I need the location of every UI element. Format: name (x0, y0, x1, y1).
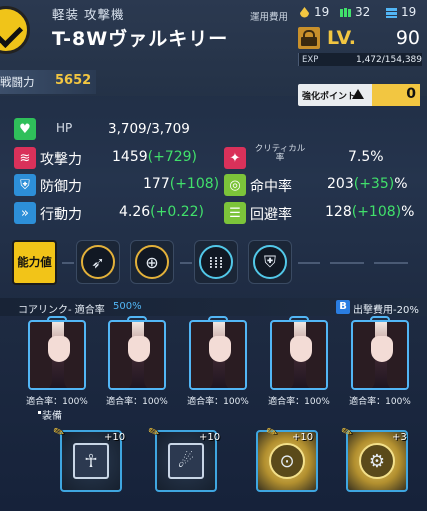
link-rate-4: 適合率：100% (268, 397, 330, 407)
divider (62, 262, 74, 264)
enhance-points-value: 0 (406, 86, 416, 102)
core-link-portrait-5[interactable] (351, 320, 409, 390)
speed-value: 4.26(+0.22) (119, 204, 204, 220)
equipment-plus-3: +10 (292, 432, 314, 443)
unit-subtitle: 軽装 攻撃機 (52, 7, 125, 22)
speed-label: 行動力 (40, 207, 82, 223)
attack-label: 攻撃力 (40, 152, 82, 168)
equipment-plus-4: +3 (392, 432, 407, 443)
equipment-plus-2: +10 (199, 432, 221, 443)
equipment-plus-1: +10 (104, 432, 126, 443)
accuracy-label: 命中率 (250, 179, 292, 195)
hp-value: 3,709/3,709 (108, 121, 190, 137)
evasion-bonus: (+108) (351, 204, 402, 220)
combat-power-label: 戦闘力 (0, 75, 35, 89)
operation-cost-label: 運用費用 (250, 12, 289, 23)
exp-label: EXP (302, 55, 319, 65)
ammo-cost: 32 (339, 5, 370, 19)
radar-chip-icon: ⊙ (269, 443, 305, 479)
speed-icon: » (14, 202, 36, 224)
ammo-icon (340, 7, 351, 17)
speed-base: 4.26 (119, 204, 151, 220)
bullet-dot (38, 411, 41, 414)
link-rate-2: 適合率：100% (106, 397, 168, 407)
attack-base: 1459 (112, 149, 148, 165)
core-link-rate: 500% (113, 301, 142, 312)
combat-power-value: 5652 (55, 73, 92, 88)
sortie-cost-bonus: 出撃費用-20% (353, 305, 419, 316)
level-label: LV. (327, 27, 356, 49)
divider (180, 262, 192, 264)
core-link-portrait-4[interactable] (270, 320, 328, 390)
gear-chip-icon: ⚙ (359, 443, 395, 479)
enhance-points-label: 強化ポイント (302, 92, 357, 102)
attack-bonus: (+729) (147, 149, 198, 165)
defense-value: 177(+108) (143, 176, 219, 192)
unit-name: T-8Wヴァルキリー (52, 28, 229, 50)
level-value: 90 (395, 27, 420, 49)
core-link-portrait-2[interactable] (108, 320, 166, 390)
shield-icon: ⛨ (253, 245, 287, 279)
defense-bonus: (+108) (169, 176, 220, 192)
critical-icon: ✦ (224, 147, 246, 169)
fuel-icon (300, 6, 309, 17)
shield-stat-icon: ⛨ (14, 174, 36, 196)
link-rate-3: 適合率：100% (187, 397, 249, 407)
critical-value: 7.5% (348, 149, 384, 165)
evasion-value: 128(+108)% (325, 204, 414, 220)
parts-cost-value: 19 (401, 5, 417, 19)
accuracy-unit: % (394, 176, 408, 192)
hp-label: HP (56, 121, 73, 135)
exp-bar-fill (298, 53, 300, 66)
empty-slot (298, 262, 320, 264)
up-arrow-icon (352, 89, 364, 99)
critical-label: クリティカル 率 (254, 144, 306, 163)
core-link-label: コアリンク- 適合率 (18, 305, 105, 316)
claw-chip-icon: ☄ (168, 443, 204, 479)
armor-chip-icon: ☥ (73, 443, 109, 479)
bullets-icon: ⁞⁞⁞ (199, 245, 233, 279)
skill-slot-3[interactable]: ⁞⁞⁞ (194, 240, 238, 284)
evasion-unit: % (401, 204, 415, 220)
heart-icon: ♥ (14, 118, 36, 140)
core-link-portrait-1[interactable] (28, 320, 86, 390)
fuel-cost: 19 (298, 5, 329, 19)
ability-button-label: 能力値 (17, 255, 52, 269)
evasion-base: 128 (325, 204, 352, 220)
skill-slot-4[interactable]: ⛨ (248, 240, 292, 284)
accuracy-bonus: (+35) (353, 176, 395, 192)
parts-icon (386, 7, 397, 18)
core-link-portrait-3[interactable] (189, 320, 247, 390)
lock-icon[interactable] (298, 27, 320, 49)
slash-icon: ≋ (14, 147, 36, 169)
crosshair-icon: ⊕ (135, 245, 169, 279)
attack-value: 1459(+729) (112, 149, 197, 165)
accuracy-value: 203(+35)% (327, 176, 408, 192)
defense-base: 177 (143, 176, 170, 192)
empty-slot (330, 262, 364, 264)
skill-slot-2[interactable]: ⊕ (130, 240, 174, 284)
equipment-label: 装備 (42, 411, 62, 422)
link-rate-1: 適合率：100% (26, 397, 88, 407)
evasion-icon: ☰ (224, 202, 246, 224)
fuel-cost-value: 19 (314, 5, 330, 19)
skill-slot-1[interactable]: ➶ (76, 240, 120, 284)
accuracy-icon: ◎ (224, 174, 246, 196)
empty-slot (374, 262, 408, 264)
exp-value: 1,472/154,389 (355, 55, 422, 65)
missile-icon: ➶ (81, 245, 115, 279)
parts-cost: 19 (385, 5, 416, 19)
link-rate-5: 適合率：100% (349, 397, 411, 407)
core-bonus-badge: B (336, 300, 350, 314)
ammo-cost-value: 32 (355, 5, 371, 19)
accuracy-base: 203 (327, 176, 354, 192)
speed-bonus: (+0.22) (150, 204, 204, 220)
evasion-label: 回避率 (250, 207, 292, 223)
defense-label: 防御力 (40, 179, 82, 195)
